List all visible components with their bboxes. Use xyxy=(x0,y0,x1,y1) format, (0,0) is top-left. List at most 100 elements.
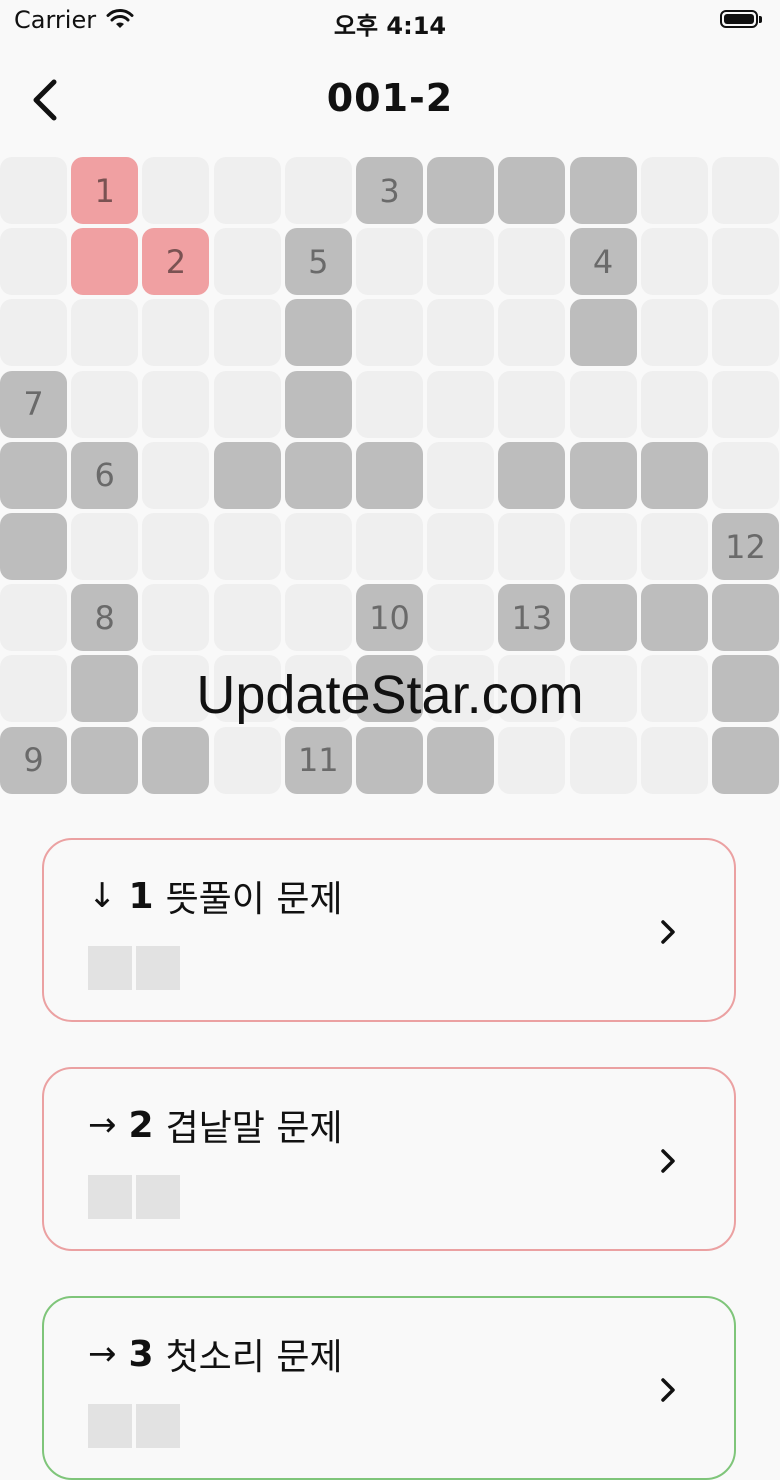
grid-cell-empty[interactable] xyxy=(71,513,139,580)
grid-cell-filled[interactable]: 4 xyxy=(569,228,637,296)
grid-cell-filled[interactable] xyxy=(498,441,566,509)
grid-cell-empty[interactable] xyxy=(569,726,637,794)
grid-cell-empty[interactable] xyxy=(142,370,210,438)
grid-cell-filled[interactable] xyxy=(356,726,423,794)
grid-cell-filled[interactable] xyxy=(71,726,139,794)
grid-cell-filled[interactable]: 10 xyxy=(356,584,423,652)
arrow-right-icon: → xyxy=(88,1105,117,1145)
grid-cell-empty[interactable] xyxy=(640,299,708,367)
grid-cell-empty[interactable] xyxy=(640,228,708,296)
grid-cell-empty[interactable] xyxy=(712,299,779,367)
clue-number: 2 xyxy=(128,1104,154,1146)
clue-card[interactable]: → 2 겹낱말 문제 xyxy=(42,1067,736,1251)
grid-cell-empty[interactable] xyxy=(640,370,708,438)
grid-cell-empty[interactable] xyxy=(213,726,281,794)
grid-cell-empty[interactable] xyxy=(569,513,637,580)
grid-cell-filled[interactable] xyxy=(427,157,495,224)
chevron-right-icon xyxy=(661,920,675,944)
grid-cell-filled[interactable]: 9 xyxy=(0,726,67,794)
grid-cell-empty[interactable] xyxy=(213,228,281,296)
grid-cell-empty[interactable] xyxy=(213,299,281,367)
grid-cell-filled[interactable]: 5 xyxy=(284,228,352,296)
grid-cell-empty[interactable] xyxy=(427,513,495,580)
grid-cell-empty[interactable] xyxy=(498,726,566,794)
grid-cell-empty[interactable] xyxy=(569,370,637,438)
chevron-right-icon xyxy=(661,1378,675,1402)
grid-cell-empty[interactable] xyxy=(356,299,423,367)
grid-cell-selected[interactable]: 1 xyxy=(71,157,139,224)
grid-cell-filled[interactable] xyxy=(640,441,708,509)
grid-cell-empty[interactable] xyxy=(498,513,566,580)
grid-cell-filled[interactable] xyxy=(0,513,67,580)
grid-cell-filled[interactable] xyxy=(284,299,352,367)
grid-cell-empty[interactable] xyxy=(0,228,67,296)
grid-cell-filled[interactable]: 13 xyxy=(498,584,566,652)
grid-cell-empty[interactable] xyxy=(427,228,495,296)
grid-cell-empty[interactable] xyxy=(712,441,779,509)
grid-cell-empty[interactable] xyxy=(213,584,281,652)
grid-cell-empty[interactable] xyxy=(427,584,495,652)
grid-cell-filled[interactable] xyxy=(569,584,637,652)
grid-cell-filled[interactable] xyxy=(569,299,637,367)
clue-card[interactable]: ↓ 1 뜻풀이 문제 xyxy=(42,838,736,1022)
grid-cell-filled[interactable] xyxy=(498,157,566,224)
grid-cell-filled[interactable]: 8 xyxy=(71,584,139,652)
grid-cell-empty[interactable] xyxy=(427,299,495,367)
grid-cell-empty[interactable] xyxy=(213,513,281,580)
grid-cell-filled[interactable]: 6 xyxy=(71,441,139,509)
grid-cell-empty[interactable] xyxy=(427,441,495,509)
grid-cell-filled[interactable]: 7 xyxy=(0,370,67,438)
grid-cell-empty[interactable] xyxy=(142,157,210,224)
grid-cell-filled[interactable] xyxy=(284,370,352,438)
grid-cell-empty[interactable] xyxy=(356,513,423,580)
grid-cell-empty[interactable] xyxy=(71,299,139,367)
grid-cell-filled[interactable] xyxy=(356,441,423,509)
grid-cell-filled[interactable]: 12 xyxy=(712,513,779,580)
grid-cell-empty[interactable] xyxy=(640,726,708,794)
grid-cell-empty[interactable] xyxy=(712,157,779,224)
grid-cell-empty[interactable] xyxy=(284,157,352,224)
grid-cell-empty[interactable] xyxy=(712,228,779,296)
chevron-right-icon xyxy=(661,1149,675,1173)
answer-boxes xyxy=(88,946,180,990)
grid-cell-empty[interactable] xyxy=(142,441,210,509)
grid-cell-filled[interactable] xyxy=(142,726,210,794)
grid-cell-filled[interactable]: 11 xyxy=(284,726,352,794)
grid-cell-empty[interactable] xyxy=(0,157,67,224)
grid-cell-empty[interactable] xyxy=(498,370,566,438)
grid-cell-filled[interactable] xyxy=(569,441,637,509)
grid-cell-filled[interactable] xyxy=(284,441,352,509)
grid-cell-filled[interactable] xyxy=(712,584,779,652)
grid-cell-filled[interactable] xyxy=(0,441,67,509)
clue-number: 3 xyxy=(128,1333,154,1375)
grid-cell-empty[interactable] xyxy=(142,513,210,580)
grid-cell-empty[interactable] xyxy=(356,370,423,438)
grid-cell-empty[interactable] xyxy=(427,370,495,438)
grid-cell-empty[interactable] xyxy=(640,157,708,224)
grid-cell-empty[interactable] xyxy=(0,584,67,652)
clue-card[interactable]: → 3 첫소리 문제 xyxy=(42,1296,736,1480)
grid-cell-empty[interactable] xyxy=(142,584,210,652)
grid-cell-empty[interactable] xyxy=(0,299,67,367)
grid-cell-filled[interactable] xyxy=(569,157,637,224)
grid-cell-filled[interactable] xyxy=(427,726,495,794)
grid-cell-empty[interactable] xyxy=(71,370,139,438)
grid-cell-empty[interactable] xyxy=(284,584,352,652)
grid-cell-selected[interactable] xyxy=(71,228,139,296)
grid-cell-empty[interactable] xyxy=(498,228,566,296)
grid-cell-empty[interactable] xyxy=(213,370,281,438)
grid-cell-empty[interactable] xyxy=(640,513,708,580)
grid-cell-empty[interactable] xyxy=(284,513,352,580)
grid-cell-empty[interactable] xyxy=(142,299,210,367)
clue-text: 뜻풀이 문제 xyxy=(165,879,343,920)
grid-cell-filled[interactable] xyxy=(213,441,281,509)
grid-cell-empty[interactable] xyxy=(712,370,779,438)
grid-cell-filled[interactable]: 3 xyxy=(356,157,423,224)
grid-cell-empty[interactable] xyxy=(498,299,566,367)
grid-cell-selected[interactable]: 2 xyxy=(142,228,210,296)
grid-cell-empty[interactable] xyxy=(213,157,281,224)
grid-cell-filled[interactable] xyxy=(640,584,708,652)
grid-cell-filled[interactable] xyxy=(712,726,779,794)
clue-title: → 3 첫소리 문제 xyxy=(88,1328,343,1380)
grid-cell-empty[interactable] xyxy=(356,228,423,296)
